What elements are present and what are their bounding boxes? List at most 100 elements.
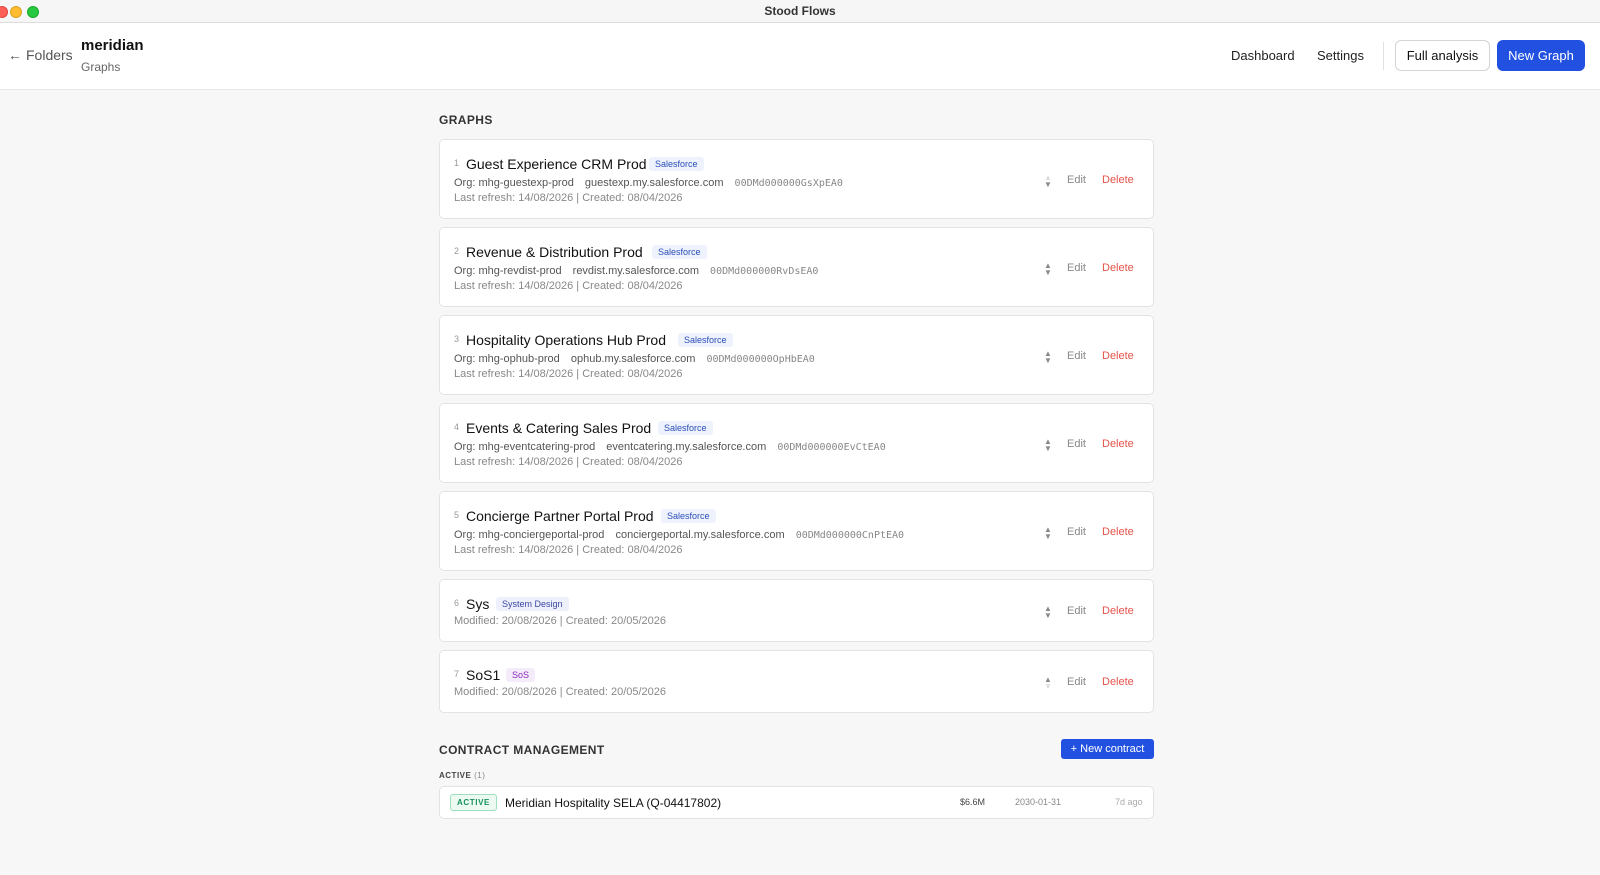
- graph-org: Org: mhg-revdist-prod: [454, 265, 562, 277]
- graph-name: SoS1: [466, 667, 501, 683]
- edit-button[interactable]: Edit: [1067, 350, 1086, 362]
- full-analysis-button[interactable]: Full analysis: [1395, 40, 1490, 71]
- delete-button[interactable]: Delete: [1102, 262, 1134, 274]
- graph-org: Org: mhg-guestexp-prod: [454, 177, 574, 189]
- graph-host: revdist.my.salesforce.com: [572, 265, 699, 277]
- graph-dates: Last refresh: 14/08/2026 | Created: 08/0…: [454, 192, 683, 204]
- graph-name: Revenue & Distribution Prod: [466, 244, 643, 260]
- edit-button[interactable]: Edit: [1067, 526, 1086, 538]
- graph-name: Concierge Partner Portal Prod: [466, 508, 654, 524]
- graph-org: Org: mhg-conciergeportal-prod: [454, 529, 605, 541]
- graph-org: Org: mhg-ophub-prod: [454, 353, 560, 365]
- edit-button[interactable]: Edit: [1067, 262, 1086, 274]
- graph-org: Org: mhg-eventcatering-prod: [454, 441, 596, 453]
- reorder-handle[interactable]: ▲ ▼: [1043, 350, 1053, 365]
- active-label-text: ACTIVE: [439, 771, 472, 780]
- graph-type-badge: SoS: [506, 668, 536, 682]
- back-label: Folders: [26, 47, 73, 63]
- reorder-handle[interactable]: ▲ ▼: [1043, 526, 1053, 541]
- new-graph-button[interactable]: New Graph: [1497, 40, 1585, 71]
- graph-dates: Last refresh: 14/08/2026 | Created: 08/0…: [454, 456, 683, 468]
- graph-index: 6: [454, 598, 460, 608]
- edit-button[interactable]: Edit: [1067, 174, 1086, 186]
- window-titlebar: Stood Flows: [0, 0, 1600, 23]
- graph-name: Events & Catering Sales Prod: [466, 420, 652, 436]
- contract-name: Meridian Hospitality SELA (Q-04417802): [505, 796, 722, 810]
- contract-section-title: CONTRACT MANAGEMENT: [439, 743, 605, 757]
- graph-card[interactable]: 1 Guest Experience CRM Prod Salesforce O…: [439, 139, 1154, 219]
- graph-dates: Last refresh: 14/08/2026 | Created: 08/0…: [454, 280, 683, 292]
- reorder-handle[interactable]: ▲ ▼: [1043, 438, 1053, 453]
- graph-name: Hospitality Operations Hub Prod: [466, 332, 666, 348]
- delete-button[interactable]: Delete: [1102, 438, 1134, 450]
- window-title: Stood Flows: [764, 4, 836, 18]
- reorder-handle[interactable]: ▲ ▼: [1043, 676, 1053, 691]
- back-to-folders-link[interactable]: ← Folders: [8, 47, 73, 63]
- graph-org-info: Org: mhg-eventcatering-prod eventcaterin…: [454, 441, 886, 453]
- graph-type-badge: Salesforce: [649, 157, 704, 171]
- graph-dates: Modified: 20/08/2026 | Created: 20/05/20…: [454, 615, 667, 627]
- graph-dates: Modified: 20/08/2026 | Created: 20/05/20…: [454, 686, 667, 698]
- active-contracts-label: ACTIVE (1): [439, 771, 485, 780]
- sort-down-icon: ▼: [1044, 682, 1052, 691]
- graph-type-badge: Salesforce: [661, 509, 716, 523]
- graph-host: eventcatering.my.salesforce.com: [606, 441, 767, 453]
- graph-org-info: Org: mhg-conciergeportal-prod conciergep…: [454, 529, 904, 541]
- graph-card[interactable]: 2 Revenue & Distribution Prod Salesforce…: [439, 227, 1154, 307]
- graph-type-badge: Salesforce: [678, 333, 733, 347]
- graph-host: guestexp.my.salesforce.com: [584, 177, 724, 189]
- sort-down-icon: ▼: [1044, 356, 1052, 365]
- sort-down-icon: ▼: [1044, 180, 1052, 189]
- nav-dashboard-link[interactable]: Dashboard: [1231, 48, 1295, 63]
- sort-down-icon: ▼: [1044, 444, 1052, 453]
- graph-index: 5: [454, 510, 460, 520]
- graph-org-id: 00DMd000000OpHbEA0: [706, 354, 815, 365]
- delete-button[interactable]: Delete: [1102, 605, 1134, 617]
- graph-card[interactable]: 4 Events & Catering Sales Prod Salesforc…: [439, 403, 1154, 483]
- graph-org-info: Org: mhg-guestexp-prod guestexp.my.sales…: [454, 177, 843, 189]
- graph-index: 3: [454, 334, 460, 344]
- graph-index: 1: [454, 158, 460, 168]
- graph-name: Sys: [466, 596, 490, 612]
- active-count: (1): [474, 771, 486, 780]
- graph-host: conciergeportal.my.salesforce.com: [615, 529, 785, 541]
- graph-org-id: 00DMd000000GsXpEA0: [734, 178, 843, 189]
- graphs-section-title: GRAPHS: [439, 113, 493, 127]
- status-badge: ACTIVE: [450, 794, 497, 811]
- contract-row[interactable]: ACTIVE Meridian Hospitality SELA (Q-0441…: [439, 786, 1154, 819]
- sort-down-icon: ▼: [1044, 532, 1052, 541]
- graph-index: 7: [454, 669, 460, 679]
- graph-org-id: 00DMd000000RvDsEA0: [710, 266, 819, 277]
- graph-index: 4: [454, 422, 460, 432]
- reorder-handle[interactable]: ▲ ▼: [1043, 605, 1053, 620]
- edit-button[interactable]: Edit: [1067, 605, 1086, 617]
- new-contract-button[interactable]: + New contract: [1061, 739, 1154, 759]
- edit-button[interactable]: Edit: [1067, 676, 1086, 688]
- delete-button[interactable]: Delete: [1102, 526, 1134, 538]
- graph-card[interactable]: 7 SoS1 SoS Modified: 20/08/2026 | Create…: [439, 650, 1154, 713]
- graph-name: Guest Experience CRM Prod: [466, 156, 647, 172]
- graph-card[interactable]: 3 Hospitality Operations Hub Prod Salesf…: [439, 315, 1154, 395]
- graph-org-info: Org: mhg-revdist-prod revdist.my.salesfo…: [454, 265, 818, 277]
- graph-org-id: 00DMd000000EvCtEA0: [777, 442, 886, 453]
- edit-button[interactable]: Edit: [1067, 438, 1086, 450]
- graph-dates: Last refresh: 14/08/2026 | Created: 08/0…: [454, 368, 683, 380]
- reorder-handle[interactable]: ▲ ▼: [1043, 262, 1053, 277]
- page-header: ← Folders meridian Graphs Dashboard Sett…: [0, 23, 1600, 90]
- graph-host: ophub.my.salesforce.com: [570, 353, 696, 365]
- graph-dates: Last refresh: 14/08/2026 | Created: 08/0…: [454, 544, 683, 556]
- nav-settings-link[interactable]: Settings: [1317, 48, 1364, 63]
- delete-button[interactable]: Delete: [1102, 676, 1134, 688]
- graph-org-info: Org: mhg-ophub-prod ophub.my.salesforce.…: [454, 353, 815, 365]
- sort-down-icon: ▼: [1044, 268, 1052, 277]
- graph-type-badge: Salesforce: [652, 245, 707, 259]
- graph-org-id: 00DMd000000CnPtEA0: [795, 530, 905, 541]
- delete-button[interactable]: Delete: [1102, 174, 1134, 186]
- graph-type-badge: System Design: [496, 597, 569, 611]
- delete-button[interactable]: Delete: [1102, 350, 1134, 362]
- contract-value: $6.6M: [960, 797, 986, 807]
- graph-card[interactable]: 6 Sys System Design Modified: 20/08/2026…: [439, 579, 1154, 642]
- arrow-left-icon: ←: [8, 47, 22, 63]
- reorder-handle[interactable]: ▲ ▼: [1043, 174, 1053, 189]
- graph-card[interactable]: 5 Concierge Partner Portal Prod Salesfor…: [439, 491, 1154, 571]
